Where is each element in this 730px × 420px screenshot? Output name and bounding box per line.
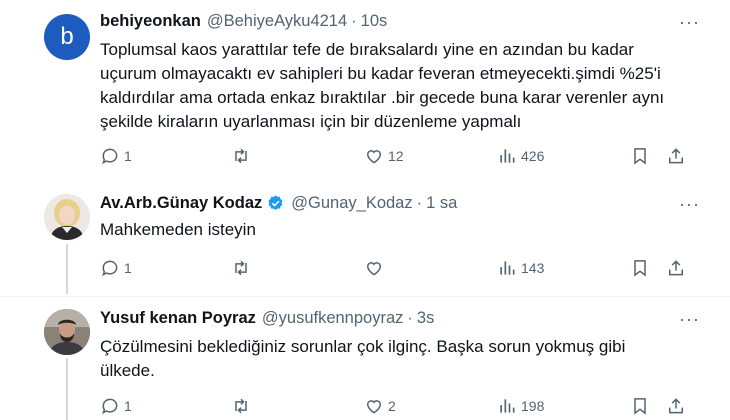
heart-icon	[366, 262, 382, 276]
like-count: 12	[388, 148, 404, 164]
tweet-1[interactable]: b behiyeonkan @BehiyeAyku4214 · 10s ··· …	[0, 0, 730, 190]
views-button[interactable]: 143	[497, 258, 544, 278]
avatar-photo	[44, 309, 90, 355]
share-button[interactable]	[666, 146, 686, 166]
action-bar: 1 143	[100, 258, 700, 282]
tweet-header: behiyeonkan @BehiyeAyku4214 · 10s	[100, 12, 387, 31]
tweet-text-line: Toplumsal kaos yarattılar tefe de bıraks…	[100, 40, 634, 59]
reply-icon	[102, 260, 118, 277]
tweet-text: Toplumsal kaos yarattılar tefe de bıraks…	[100, 38, 700, 134]
tweet-text-line: Çözülmesini beklediğiniz sorunlar çok il…	[100, 337, 626, 356]
tweet-text: Çözülmesini beklediğiniz sorunlar çok il…	[100, 335, 700, 383]
view-count: 143	[521, 260, 545, 276]
tweet-text-line: Mahkemeden isteyin	[100, 220, 256, 239]
author-name[interactable]: Yusuf kenan Poyraz	[100, 309, 256, 328]
share-button[interactable]	[666, 396, 686, 416]
share-icon	[669, 398, 683, 414]
tweet-text-line: ülkede.	[100, 361, 155, 380]
views-button[interactable]: 198	[497, 396, 544, 416]
avatar[interactable]	[44, 309, 90, 355]
tweet-text: Mahkemeden isteyin	[100, 218, 700, 242]
author-handle[interactable]: @yusufkennpoyraz	[262, 309, 404, 328]
reply-count: 1	[124, 398, 132, 414]
bookmark-icon	[634, 398, 646, 415]
view-count: 426	[521, 148, 545, 164]
retweet-icon	[235, 148, 247, 164]
share-button[interactable]	[666, 258, 686, 278]
avatar[interactable]: b	[44, 14, 90, 60]
verified-badge-icon	[268, 195, 283, 210]
author-name[interactable]: behiyeonkan	[100, 12, 201, 31]
more-options-icon[interactable]: ···	[679, 12, 700, 33]
timestamp[interactable]: 10s	[361, 12, 388, 31]
reply-button[interactable]: 1	[100, 258, 132, 278]
tweet-3[interactable]: Yusuf kenan Poyraz @yusufkennpoyraz · 3s…	[0, 297, 730, 420]
tweet-header: Yusuf kenan Poyraz @yusufkennpoyraz · 3s	[100, 309, 434, 328]
retweet-icon	[235, 260, 247, 276]
reply-icon	[102, 398, 118, 415]
share-icon	[669, 260, 683, 276]
bookmark-button[interactable]	[630, 396, 650, 416]
reply-button[interactable]: 1	[100, 396, 132, 416]
tweet-2[interactable]: Av.Arb.Günay Kodaz @Gunay_Kodaz · 1 sa ·…	[0, 190, 730, 295]
avatar[interactable]	[44, 194, 90, 240]
like-button[interactable]: 12	[364, 146, 404, 166]
author-name[interactable]: Av.Arb.Günay Kodaz	[100, 194, 262, 213]
reply-count: 1	[124, 260, 132, 276]
action-bar: 1 12 426	[100, 146, 700, 170]
heart-icon	[366, 150, 382, 164]
views-button[interactable]: 426	[497, 146, 544, 166]
views-icon	[500, 261, 515, 275]
share-icon	[669, 148, 683, 164]
author-handle[interactable]: @BehiyeAyku4214	[207, 12, 347, 31]
timestamp[interactable]: 3s	[417, 309, 434, 328]
retweet-button[interactable]	[231, 396, 255, 416]
bookmark-button[interactable]	[630, 146, 650, 166]
like-button[interactable]	[364, 258, 388, 278]
more-options-icon[interactable]: ···	[679, 194, 700, 215]
timestamp[interactable]: 1 sa	[426, 194, 457, 213]
like-count: 2	[388, 398, 396, 414]
tweet-text-line: uçurum olmayacaktı ev sahipleri bu kadar…	[100, 64, 661, 83]
avatar-photo	[44, 194, 90, 240]
tweet-text-line: şekilde kiraların uyarlanması için bir d…	[100, 112, 522, 131]
views-icon	[500, 399, 515, 413]
separator-dot: ·	[351, 12, 357, 30]
bookmark-icon	[634, 148, 646, 165]
tweet-text-line: kaldırdılar ama ortada enkaz bıraktılar …	[100, 88, 665, 107]
views-icon	[500, 149, 515, 163]
bookmark-button[interactable]	[630, 258, 650, 278]
view-count: 198	[521, 398, 545, 414]
author-handle[interactable]: @Gunay_Kodaz	[291, 194, 412, 213]
reply-count: 1	[124, 148, 132, 164]
action-bar: 1 2 198	[100, 396, 700, 420]
retweet-icon	[235, 398, 247, 414]
reply-icon	[102, 148, 118, 165]
more-options-icon[interactable]: ···	[679, 309, 700, 330]
avatar-letter: b	[60, 23, 74, 50]
separator-dot: ·	[416, 194, 423, 212]
retweet-button[interactable]	[231, 258, 255, 278]
retweet-button[interactable]	[231, 146, 255, 166]
like-button[interactable]: 2	[364, 396, 396, 416]
heart-icon	[366, 400, 382, 414]
reply-button[interactable]: 1	[100, 146, 132, 166]
separator-dot: ·	[407, 309, 413, 327]
tweet-header: Av.Arb.Günay Kodaz @Gunay_Kodaz · 1 sa	[100, 194, 457, 213]
bookmark-icon	[634, 260, 646, 277]
